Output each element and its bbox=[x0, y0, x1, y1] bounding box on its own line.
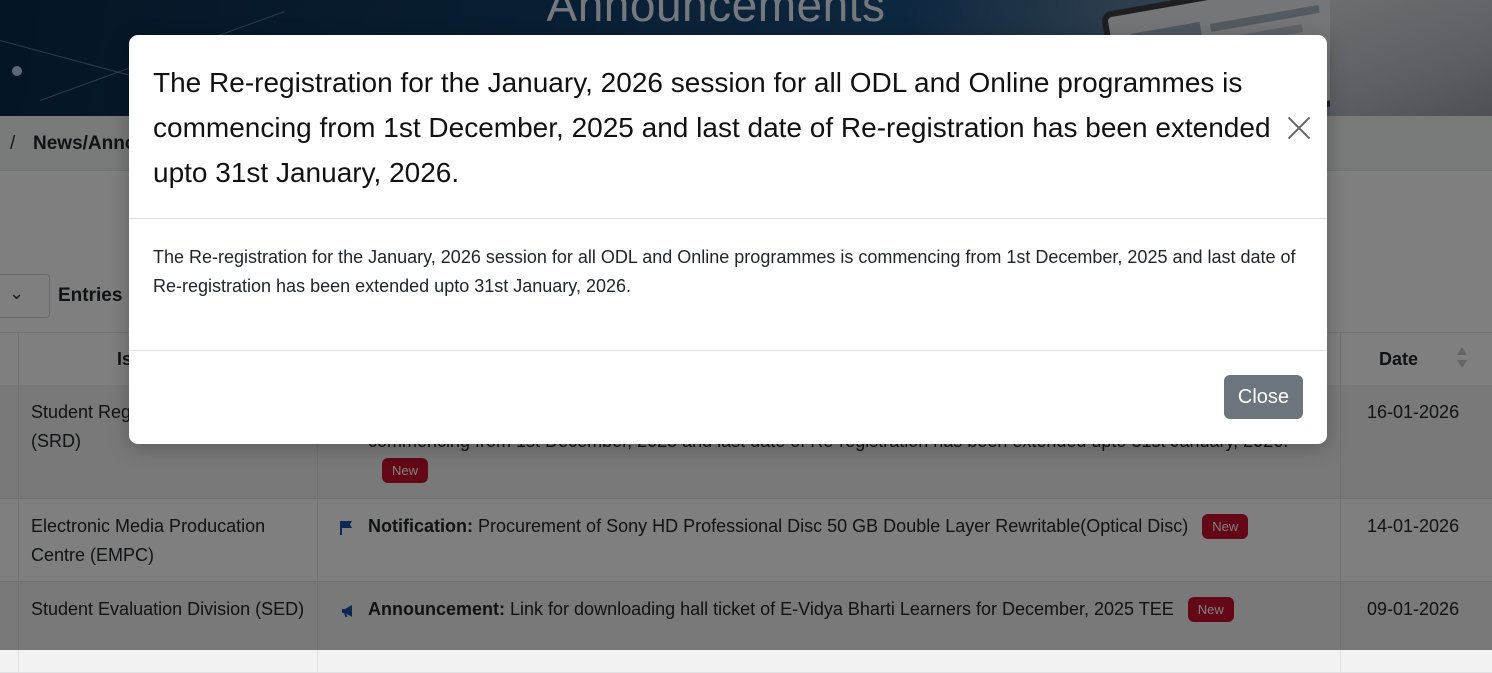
close-button[interactable]: Close bbox=[1224, 375, 1303, 419]
modal-footer: Close bbox=[129, 351, 1327, 444]
modal-title: The Re-registration for the January, 202… bbox=[153, 67, 1271, 188]
modal-body-text: The Re-registration for the January, 202… bbox=[153, 247, 1296, 296]
modal-body: The Re-registration for the January, 202… bbox=[129, 219, 1327, 351]
announcement-modal: The Re-registration for the January, 202… bbox=[129, 35, 1327, 444]
close-icon[interactable] bbox=[1286, 115, 1312, 141]
modal-header: The Re-registration for the January, 202… bbox=[129, 35, 1327, 219]
